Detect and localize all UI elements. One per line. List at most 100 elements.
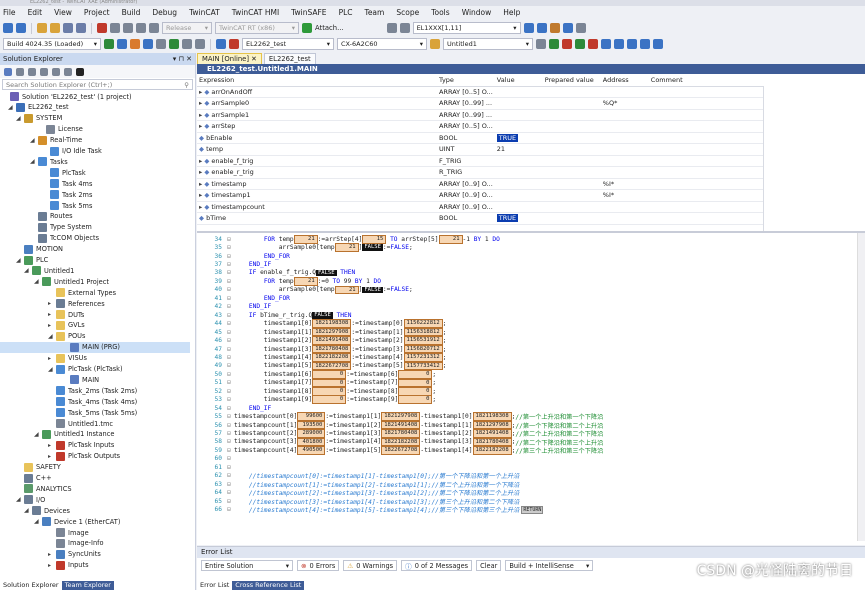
tree-node[interactable]: Solution 'EL2262_test' (1 project) [0, 91, 190, 102]
open-folder-icon[interactable] [50, 23, 60, 33]
tree-node[interactable]: ◢ SYSTEM [0, 113, 190, 124]
column-value[interactable]: Value [494, 74, 543, 87]
undo-icon[interactable] [136, 23, 146, 33]
inline-value[interactable]: 21 [438, 234, 463, 244]
menu-item-help[interactable]: Help [503, 8, 520, 17]
toolbar-tool-icon[interactable] [575, 23, 586, 33]
tab-main-online[interactable]: MAIN [Online] ✕ [197, 53, 262, 64]
tree-node[interactable]: ◢ Devices [0, 505, 190, 516]
toolbar-tool-icon[interactable] [430, 39, 440, 49]
expander-icon[interactable]: ▸ [48, 453, 51, 460]
tree-node[interactable]: Task_2ms (Task 2ms) [0, 385, 190, 396]
toolbar-tool-icon[interactable] [169, 39, 179, 49]
prepared-value-cell[interactable] [542, 120, 601, 133]
expander-icon[interactable]: ◢ [30, 158, 35, 165]
inline-value[interactable]: 1156531912 [403, 336, 443, 345]
expander-icon[interactable]: ▸ [48, 355, 51, 362]
tree-node[interactable]: ▸ PlcTask Inputs [0, 440, 190, 451]
prepared-value-cell[interactable] [542, 201, 601, 213]
tree-node[interactable]: Task_5ms (Task 5ms) [0, 407, 190, 418]
menu-item-plc[interactable]: PLC [339, 8, 353, 17]
toolbar-tool-icon[interactable] [195, 39, 205, 49]
inline-value[interactable]: 401800 [297, 437, 326, 447]
errors-filter-button[interactable]: ⊗ 0 Errors [297, 560, 340, 571]
toolbar-tool-icon[interactable] [229, 39, 239, 49]
tree-node[interactable]: Task 2ms [0, 189, 190, 200]
solution-search-input[interactable]: Search Solution Explorer (Ctrl+;) ⚲ [2, 79, 193, 90]
inline-value[interactable]: 1822182208 [472, 446, 512, 455]
value-cell[interactable] [494, 178, 543, 190]
tree-node[interactable]: ANALYTICS [0, 483, 190, 494]
tree-node[interactable]: TcCOM Objects [0, 233, 190, 244]
home-icon[interactable] [4, 67, 12, 76]
toolbar-tool-icon[interactable] [216, 39, 226, 49]
play-icon[interactable] [302, 23, 312, 33]
expander-icon[interactable]: ◢ [48, 333, 53, 340]
expander-icon[interactable]: ▸ [48, 442, 51, 449]
tree-node[interactable]: ◢ PLC [0, 255, 190, 266]
tree-node[interactable]: ◢ Real-Time [0, 135, 190, 146]
expander-icon[interactable]: ◢ [24, 507, 29, 514]
prepared-value-cell[interactable] [542, 212, 601, 225]
expander-icon[interactable]: ◢ [8, 104, 13, 111]
tree-node[interactable]: I/O Idle Task [0, 146, 190, 157]
prepared-value-cell[interactable] [542, 143, 601, 156]
value-cell[interactable]: 21 [494, 143, 543, 156]
toolbar-tool-icon[interactable] [399, 23, 410, 33]
menu-item-tools[interactable]: Tools [431, 8, 449, 17]
expander-icon[interactable]: ◢ [16, 257, 21, 264]
inline-value[interactable]: 1822182208 [312, 353, 352, 362]
prepared-value-cell[interactable] [542, 86, 601, 98]
tree-node[interactable]: Image [0, 527, 190, 538]
inline-value[interactable]: 1821780408 [312, 344, 352, 354]
project-dropdown[interactable]: EL2262_test ▾ [242, 38, 334, 50]
inline-value[interactable]: 1156820712 [403, 344, 443, 354]
refresh-icon[interactable] [40, 67, 48, 76]
inline-value[interactable]: 1821491408 [472, 429, 512, 438]
column-expression[interactable]: Expression [197, 74, 437, 87]
watch-row[interactable]: ▸ ◆ enable_f_trig F_TRIG [197, 155, 763, 167]
watch-row[interactable]: ▸ ◆ enable_r_trig R_TRIG [197, 166, 763, 179]
redo-icon[interactable] [149, 23, 159, 33]
tree-node[interactable]: External Types [0, 287, 190, 298]
toolbar-tool-icon[interactable] [627, 39, 637, 49]
tree-node[interactable]: Task_4ms (Task 4ms) [0, 396, 190, 407]
close-icon[interactable]: ✕ [251, 55, 257, 63]
tree-node[interactable]: PlcTask [0, 167, 190, 178]
activate-configuration-icon[interactable] [104, 39, 114, 49]
preview-icon[interactable] [76, 67, 84, 76]
toolbar-tool-icon[interactable] [182, 39, 192, 49]
tree-node[interactable]: ▸ DUTs [0, 309, 190, 320]
expander-icon[interactable]: ◢ [34, 431, 39, 438]
tree-node[interactable]: MOTION [0, 244, 190, 255]
tree-node[interactable]: ▸ References [0, 298, 190, 309]
prepared-value-cell[interactable] [542, 178, 601, 190]
inline-value[interactable]: 289000 [297, 429, 326, 438]
forward-icon[interactable] [16, 23, 26, 33]
inline-value[interactable]: 21 [293, 277, 318, 286]
column-type[interactable]: Type [437, 74, 495, 87]
tree-node[interactable]: Type System [0, 222, 190, 233]
value-cell[interactable] [494, 189, 543, 202]
tree-node[interactable]: ◢ I/O [0, 494, 190, 505]
inline-value[interactable]: 1821780408 [381, 429, 421, 438]
toolbar-tool-icon[interactable] [117, 39, 127, 49]
inline-value[interactable]: 0 [312, 395, 347, 405]
inline-value[interactable]: FALSE [362, 286, 383, 294]
toolbar-tool-icon[interactable] [601, 39, 611, 49]
cut-icon[interactable] [97, 23, 107, 33]
build-source-dropdown[interactable]: Build + IntelliSense ▾ [505, 560, 594, 571]
history-icon[interactable] [28, 67, 36, 76]
tree-node[interactable]: Image-Info [0, 538, 190, 549]
tree-node[interactable]: ◢ Untitled1 Project [0, 276, 190, 287]
tab-cross-reference-list[interactable]: Cross Reference List [232, 581, 305, 590]
inline-value[interactable]: 0 [398, 378, 433, 388]
toolbar-tool-icon[interactable] [549, 23, 560, 33]
menu-item-twincat-hmi[interactable]: TwinCAT HMI [232, 8, 279, 17]
toolbar-tool-icon[interactable] [130, 39, 140, 49]
toolbar-tool-icon[interactable] [614, 39, 624, 49]
inline-value[interactable]: FALSE [315, 269, 337, 277]
save-all-icon[interactable] [76, 23, 86, 33]
tree-node[interactable]: ◢ Untitled1 [0, 265, 190, 276]
toolbar-tool-icon[interactable] [156, 39, 166, 49]
